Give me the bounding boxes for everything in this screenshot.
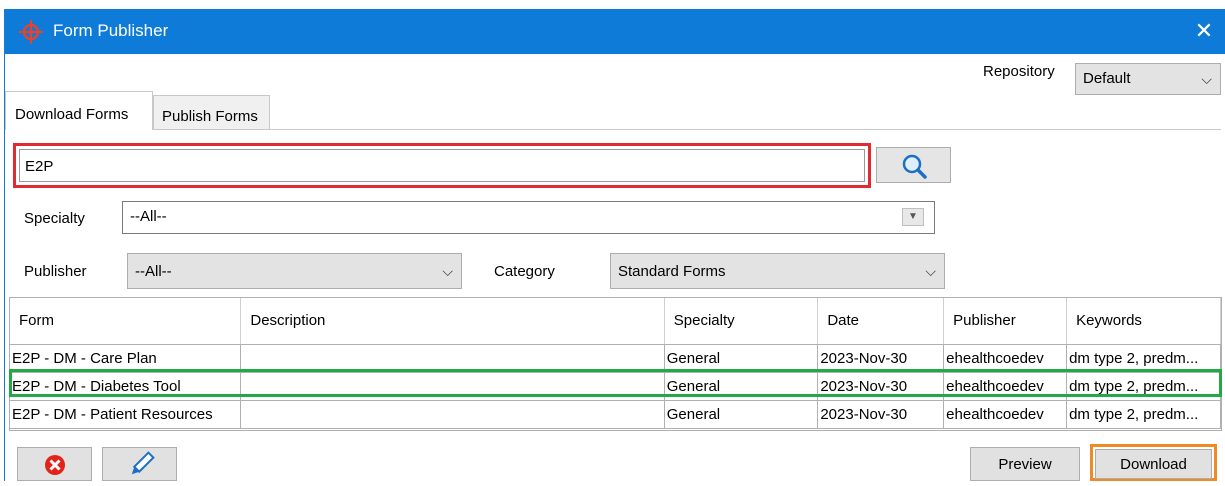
cell-form: E2P - DM - Diabetes Tool — [10, 372, 242, 401]
column-header-keywords[interactable]: Keywords — [1066, 298, 1221, 345]
download-highlight: Download — [1090, 444, 1217, 481]
column-header-publisher[interactable]: Publisher — [943, 298, 1068, 345]
cell-date: 2023-Nov-30 — [817, 400, 945, 429]
search-button[interactable] — [876, 147, 951, 183]
category-label: Category — [494, 263, 555, 280]
chevron-down-icon: ⌵ — [442, 263, 453, 279]
cell-date: 2023-Nov-30 — [817, 344, 945, 373]
chevron-down-icon: ⌵ — [925, 263, 936, 279]
repository-label: Repository — [983, 63, 1055, 80]
cell-publisher: ehealthcoedev — [943, 372, 1068, 401]
cell-description — [240, 344, 665, 373]
top-strip — [0, 0, 1225, 9]
dropdown-arrow-icon: ▼ — [902, 208, 924, 226]
window-title: Form Publisher — [53, 21, 169, 40]
specialty-value: --All-- — [130, 208, 167, 225]
repository-value: Default — [1083, 70, 1131, 87]
column-header-date[interactable]: Date — [817, 298, 945, 345]
close-icon[interactable]: ✕ — [1188, 15, 1220, 47]
app-logo-icon — [19, 20, 43, 44]
column-header-form[interactable]: Form — [10, 298, 242, 345]
cell-form: E2P - DM - Patient Resources — [10, 400, 242, 429]
column-header-specialty[interactable]: Specialty — [664, 298, 819, 345]
cell-specialty: General — [664, 344, 819, 373]
cell-form: E2P - DM - Care Plan — [10, 344, 242, 373]
forms-table: Form Description Specialty Date Publishe… — [9, 297, 1222, 431]
repository-select[interactable]: Default ⌵ — [1075, 63, 1221, 95]
cell-description — [240, 400, 665, 429]
delete-icon — [45, 455, 65, 475]
publisher-value: --All-- — [135, 263, 172, 280]
search-input-border — [19, 149, 865, 182]
delete-button[interactable] — [17, 447, 92, 481]
table-row[interactable]: E2P - DM - Diabetes Tool General 2023-No… — [10, 372, 1221, 401]
pencil-icon — [131, 451, 155, 475]
specialty-label: Specialty — [24, 210, 85, 227]
download-label: Download — [1120, 456, 1187, 473]
search-icon — [902, 154, 927, 179]
edit-button[interactable] — [102, 447, 177, 481]
tab-publish-forms[interactable]: Publish Forms — [153, 95, 270, 130]
category-select[interactable]: Standard Forms ⌵ — [610, 253, 945, 289]
title-bar: Form Publisher ✕ — [5, 9, 1225, 54]
table-row[interactable]: E2P - DM - Care Plan General 2023-Nov-30… — [10, 344, 1221, 373]
cell-specialty: General — [664, 372, 819, 401]
publisher-select[interactable]: --All-- ⌵ — [127, 253, 462, 289]
cell-keywords: dm type 2, predm... — [1066, 400, 1221, 429]
publisher-label: Publisher — [24, 263, 87, 280]
cell-date: 2023-Nov-30 — [817, 372, 945, 401]
cell-publisher: ehealthcoedev — [943, 400, 1068, 429]
cell-keywords: dm type 2, predm... — [1066, 344, 1221, 373]
preview-label: Preview — [998, 456, 1052, 473]
table-header-row: Form Description Specialty Date Publishe… — [10, 298, 1221, 345]
category-value: Standard Forms — [618, 263, 726, 280]
cell-description — [240, 372, 665, 401]
cell-specialty: General — [664, 400, 819, 429]
search-input[interactable]: E2P — [13, 143, 871, 188]
chevron-down-icon: ⌵ — [1201, 71, 1212, 87]
specialty-select[interactable]: --All-- ▼ — [122, 201, 935, 234]
table-row[interactable]: E2P - DM - Patient Resources General 202… — [10, 400, 1221, 429]
download-button[interactable]: Download — [1095, 449, 1212, 479]
cell-publisher: ehealthcoedev — [943, 344, 1068, 373]
tab-download-forms[interactable]: Download Forms — [5, 91, 153, 130]
cell-keywords: dm type 2, predm... — [1066, 372, 1221, 401]
preview-button[interactable]: Preview — [970, 447, 1080, 481]
tab-label: Download Forms — [15, 106, 129, 123]
column-header-description[interactable]: Description — [240, 298, 665, 345]
tab-label: Publish Forms — [162, 108, 258, 125]
